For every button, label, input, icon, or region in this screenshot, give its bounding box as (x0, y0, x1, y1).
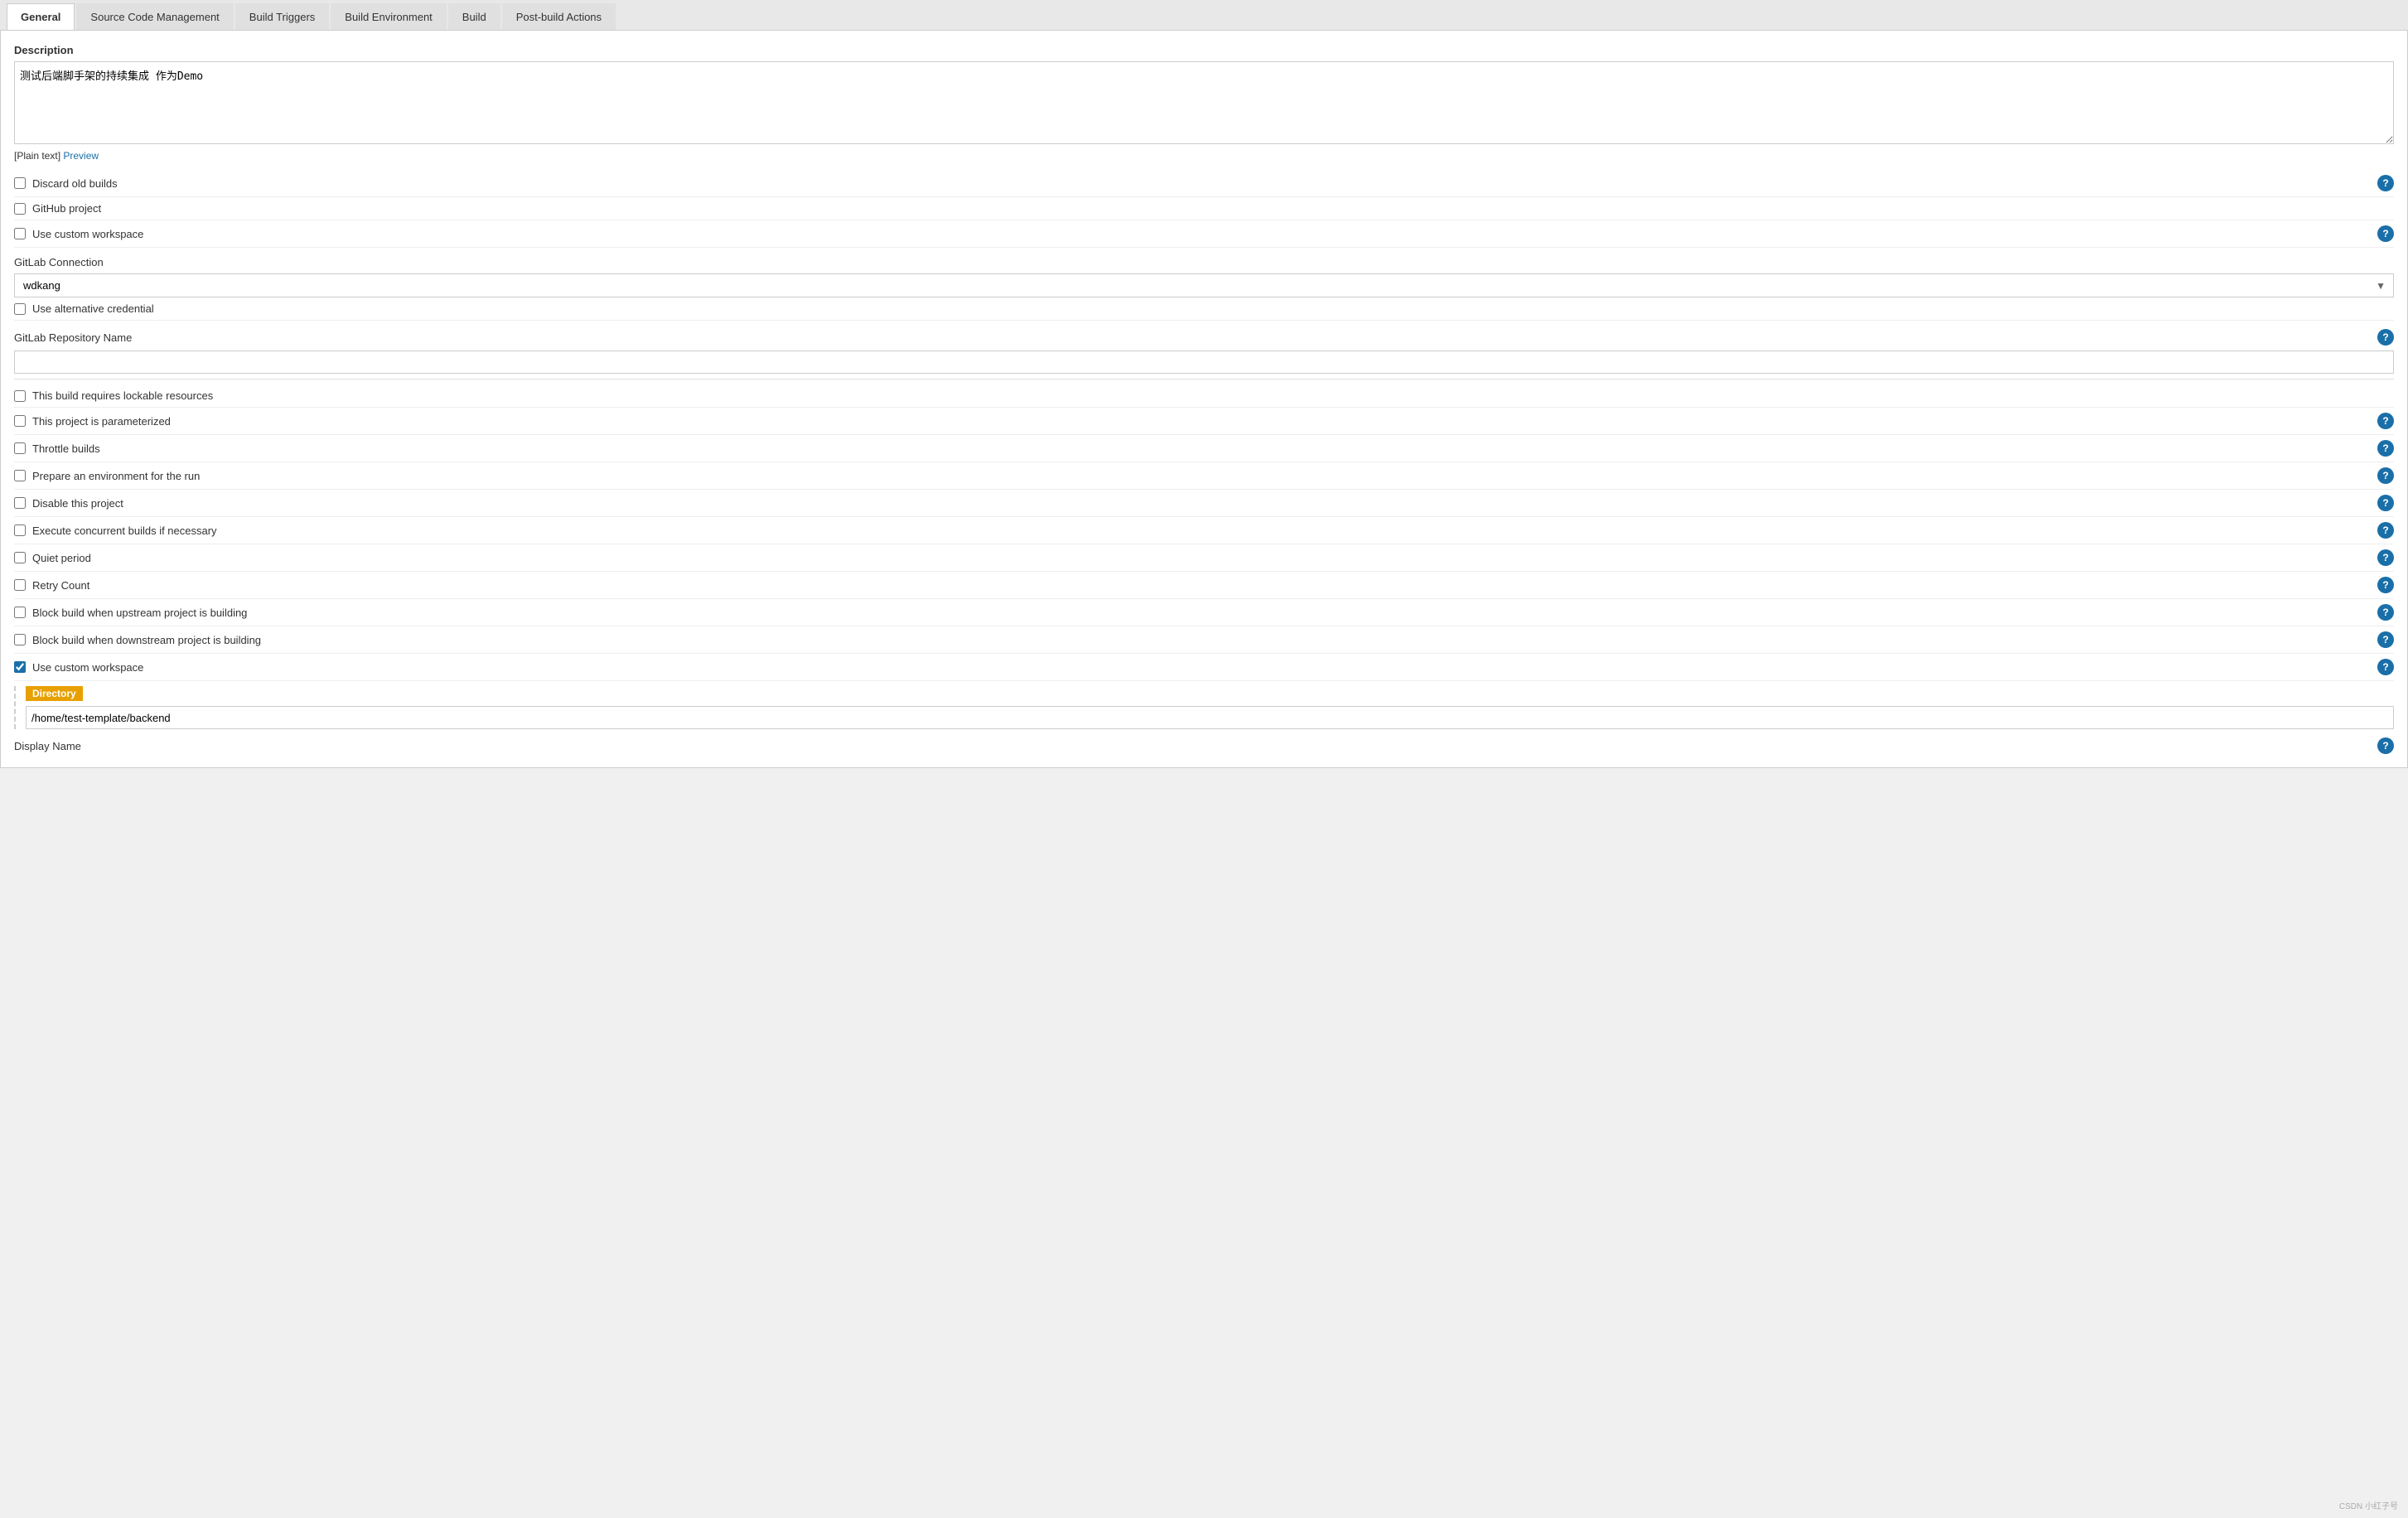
help-icon-parameterized[interactable]: ? (2377, 413, 2394, 429)
watermark: CSDN 小红子号 (2339, 1499, 2398, 1511)
checkbox-row-discard-old-builds: Discard old builds? (14, 170, 2394, 197)
label-use-custom-workspace-bottom: Use custom workspace (32, 661, 2377, 674)
checkboxes-top-group: Discard old builds? GitHub project Use cus… (14, 170, 2394, 248)
checkbox-row-block-downstream: Block build when downstream project is b… (14, 626, 2394, 654)
checkbox-use-custom-workspace-top[interactable] (14, 228, 26, 239)
help-icon-block-upstream[interactable]: ? (2377, 604, 2394, 621)
help-icon-concurrent-builds[interactable]: ? (2377, 522, 2394, 539)
label-throttle-builds: Throttle builds (32, 442, 2377, 455)
checkbox-github-project[interactable] (14, 203, 26, 215)
help-icon-quiet-period[interactable]: ? (2377, 549, 2394, 566)
directory-label: Directory (26, 686, 83, 701)
label-quiet-period: Quiet period (32, 552, 2377, 564)
checkbox-row-block-upstream: Block build when upstream project is bui… (14, 599, 2394, 626)
main-content: Description [Plain text] Preview Discard… (0, 31, 2408, 768)
display-name-row: Display Name ? (14, 737, 2394, 754)
checkbox-row-quiet-period: Quiet period? (14, 544, 2394, 572)
checkbox-row-use-custom-workspace-top: Use custom workspace? (14, 220, 2394, 248)
label-disable-project: Disable this project (32, 497, 2377, 510)
tab-build-triggers[interactable]: Build Triggers (235, 3, 329, 30)
label-parameterized: This project is parameterized (32, 415, 2377, 428)
checkbox-row-concurrent-builds: Execute concurrent builds if necessary? (14, 517, 2394, 544)
description-label: Description (14, 44, 2394, 56)
description-textarea[interactable] (14, 61, 2394, 144)
label-block-upstream: Block build when upstream project is bui… (32, 607, 2377, 619)
help-icon-throttle-builds[interactable]: ? (2377, 440, 2394, 457)
label-lockable-resources: This build requires lockable resources (32, 389, 2394, 402)
alt-credential-label: Use alternative credential (32, 302, 2394, 315)
help-icon-prepare-env[interactable]: ? (2377, 467, 2394, 484)
display-name-help-icon[interactable]: ? (2377, 737, 2394, 754)
checkbox-throttle-builds[interactable] (14, 442, 26, 454)
help-icon-use-custom-workspace-bottom[interactable]: ? (2377, 659, 2394, 675)
repo-name-text: GitLab Repository Name (14, 331, 132, 344)
checkbox-quiet-period[interactable] (14, 552, 26, 563)
tab-bar: GeneralSource Code ManagementBuild Trigg… (0, 0, 2408, 31)
alt-credential-row: Use alternative credential (14, 297, 2394, 321)
label-use-custom-workspace-top: Use custom workspace (32, 228, 2377, 240)
alt-credential-checkbox[interactable] (14, 303, 26, 315)
help-icon-block-downstream[interactable]: ? (2377, 631, 2394, 648)
checkbox-prepare-env[interactable] (14, 470, 26, 481)
checkbox-row-disable-project: Disable this project? (14, 490, 2394, 517)
checkbox-row-parameterized: This project is parameterized? (14, 408, 2394, 435)
tab-build-environment[interactable]: Build Environment (331, 3, 447, 30)
label-github-project: GitHub project (32, 202, 2394, 215)
checkboxes-bottom-group: This build requires lockable resources Th… (14, 384, 2394, 681)
repo-name-help-icon[interactable]: ? (2377, 329, 2394, 346)
repo-name-label-row: GitLab Repository Name ? (14, 329, 2394, 346)
directory-input[interactable] (26, 706, 2394, 729)
checkbox-row-github-project: GitHub project (14, 197, 2394, 220)
label-retry-count: Retry Count (32, 579, 2377, 592)
divider-1 (14, 379, 2394, 380)
label-concurrent-builds: Execute concurrent builds if necessary (32, 525, 2377, 537)
plain-text-label: [Plain text] (14, 150, 60, 162)
checkbox-concurrent-builds[interactable] (14, 525, 26, 536)
workspace-section: Directory (14, 686, 2394, 729)
help-icon-use-custom-workspace-top[interactable]: ? (2377, 225, 2394, 242)
repo-name-input[interactable] (14, 350, 2394, 374)
label-prepare-env: Prepare an environment for the run (32, 470, 2377, 482)
checkbox-retry-count[interactable] (14, 579, 26, 591)
gitlab-connection-label: GitLab Connection (14, 256, 2394, 268)
checkbox-block-upstream[interactable] (14, 607, 26, 618)
checkbox-disable-project[interactable] (14, 497, 26, 509)
plain-text-row: [Plain text] Preview (14, 150, 2394, 162)
label-discard-old-builds: Discard old builds (32, 177, 2377, 190)
gitlab-connection-select-wrapper: wdkang ▼ (14, 273, 2394, 297)
checkbox-parameterized[interactable] (14, 415, 26, 427)
checkbox-row-prepare-env: Prepare an environment for the run? (14, 462, 2394, 490)
label-block-downstream: Block build when downstream project is b… (32, 634, 2377, 646)
tab-general[interactable]: General (7, 3, 75, 30)
preview-link[interactable]: Preview (63, 150, 99, 162)
tab-post-build[interactable]: Post-build Actions (502, 3, 616, 30)
checkbox-row-throttle-builds: Throttle builds? (14, 435, 2394, 462)
help-icon-discard-old-builds[interactable]: ? (2377, 175, 2394, 191)
gitlab-connection-select[interactable]: wdkang (14, 273, 2394, 297)
tab-source-code[interactable]: Source Code Management (76, 3, 233, 30)
checkbox-block-downstream[interactable] (14, 634, 26, 645)
checkbox-row-use-custom-workspace-bottom: Use custom workspace? (14, 654, 2394, 681)
display-name-label: Display Name (14, 740, 81, 752)
help-icon-disable-project[interactable]: ? (2377, 495, 2394, 511)
checkbox-lockable-resources[interactable] (14, 390, 26, 402)
help-icon-retry-count[interactable]: ? (2377, 577, 2394, 593)
tab-build[interactable]: Build (448, 3, 500, 30)
checkbox-row-lockable-resources: This build requires lockable resources (14, 384, 2394, 408)
checkbox-row-retry-count: Retry Count? (14, 572, 2394, 599)
checkbox-discard-old-builds[interactable] (14, 177, 26, 189)
checkbox-use-custom-workspace-bottom[interactable] (14, 661, 26, 673)
